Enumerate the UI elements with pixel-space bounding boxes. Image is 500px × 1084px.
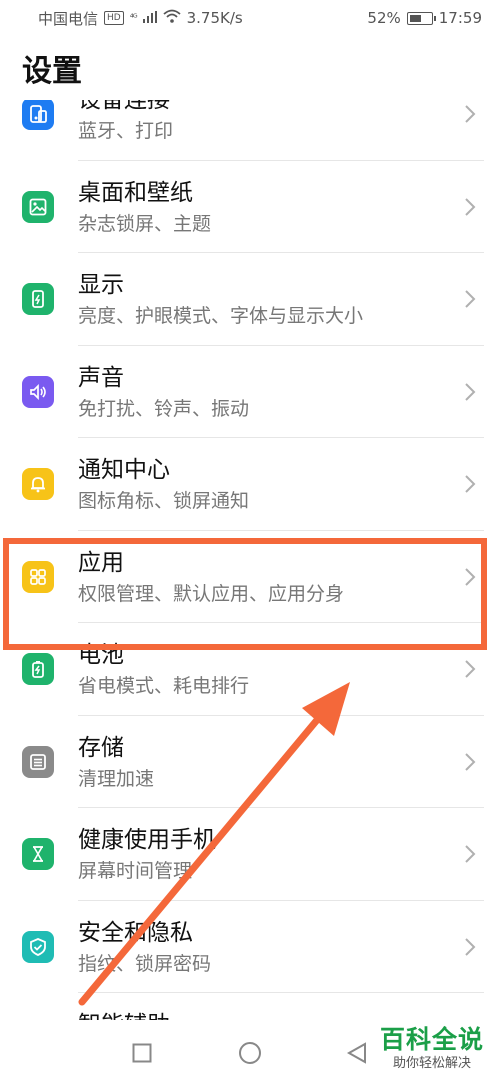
settings-item-title: 存储 [78,734,124,761]
storage-icon [22,745,54,778]
status-left: 中国电信 HD ⁴ᴳ 3.75K/s [38,8,243,29]
hourglass-icon [22,838,54,870]
settings-item-subtitle: 亮度、护眼模式、字体与显示大小 [78,305,364,327]
settings-item-text: 声音免打扰、铃声、振动 [78,362,460,424]
settings-item-subtitle: 屏幕时间管理 [78,860,193,882]
settings-item-title: 电池 [78,642,124,668]
settings-item-title: 显示 [78,272,124,298]
wifi-icon [163,9,181,27]
chevron-right-icon [464,937,476,957]
settings-item-subtitle: 省电模式、耗电排行 [78,675,250,697]
chevron-right-icon [464,382,476,402]
back-button[interactable] [342,1038,372,1068]
settings-item-text: 显示亮度、护眼模式、字体与显示大小 [78,269,460,331]
page-title: 设置 [22,54,82,89]
settings-item-title: 通知中心 [78,457,170,483]
hd-badge: HD [104,11,124,25]
settings-item-subtitle: 蓝牙、打印 [78,120,174,142]
settings-item-subtitle: 免打扰、铃声、振动 [78,397,250,420]
battery-status-icon [406,11,436,25]
chevron-right-icon [464,659,476,679]
circle-icon [239,1042,261,1064]
wallpaper-icon [22,190,54,223]
sound-icon [22,375,54,408]
bell-icon [22,468,54,500]
title-bar: 设置 [0,36,500,100]
apps-grid-icon [22,560,54,593]
chevron-right-icon [464,844,476,864]
watermark-title: 百科全说 [379,1025,484,1054]
triangle-back-icon [346,1042,366,1064]
settings-item-text: 通知中心图标角标、锁屏通知 [78,454,460,516]
settings-item-assist[interactable]: 智能辅助 [0,993,500,1020]
settings-item-title: 健康使用手机 [78,827,216,853]
settings-item-text: 安全和隐私指纹、锁屏密码 [78,917,460,979]
recents-button[interactable] [127,1038,157,1068]
settings-item-apps-grid[interactable]: 应用权限管理、默认应用、应用分身 [0,531,500,623]
settings-item-subtitle: 权限管理、默认应用、应用分身 [78,582,345,605]
settings-item-hourglass[interactable]: 健康使用手机屏幕时间管理 [0,808,500,901]
settings-item-title: 声音 [78,364,124,391]
settings-item-title: 智能辅助 [78,1009,460,1020]
status-bar: 中国电信 HD ⁴ᴳ 3.75K/s 52% 17:59 [0,0,500,36]
settings-item-display[interactable]: 显示亮度、护眼模式、字体与显示大小 [0,253,500,346]
settings-item-wallpaper[interactable]: 桌面和壁纸杂志锁屏、主题 [0,161,500,253]
settings-item-text: 存储 清理加速 [78,732,460,794]
status-right: 52% 17:59 [367,9,482,27]
chevron-right-icon [464,474,476,494]
display-icon [22,283,54,315]
home-button[interactable] [235,1038,265,1068]
watermark: 百科全说 助你轻松解决 [380,1024,484,1072]
shield-icon [22,930,54,963]
watermark-subtitle: 助你轻松解决 [392,1056,471,1071]
settings-item-storage[interactable]: 存储 清理加速 [0,716,500,808]
settings-item-text: 智能辅助 [78,1009,460,1020]
settings-item-title: 设备连接 [78,100,170,113]
settings-item-text: 桌面和壁纸杂志锁屏、主题 [78,177,460,239]
carrier-name: 中国电信 [38,9,99,28]
settings-item-sound[interactable]: 声音免打扰、铃声、振动 [0,346,500,438]
clock: 17:59 [438,9,482,27]
settings-item-subtitle: 图标角标、锁屏通知 [78,490,250,512]
network-speed: 3.75K/s [186,9,243,27]
settings-item-text: 设备连接 蓝牙、打印 [78,100,460,146]
device-connect-icon [22,100,54,130]
settings-item-text: 健康使用手机屏幕时间管理 [78,824,460,886]
settings-item-subtitle: 杂志锁屏、主题 [78,212,212,235]
settings-item-title: 桌面和壁纸 [78,179,193,206]
settings-item-device-connect[interactable]: 设备连接 蓝牙、打印 [0,100,500,161]
signal-icon: ⁴ᴳ [129,12,138,24]
chevron-right-icon [464,197,476,217]
settings-item-text: 电池省电模式、耗电排行 [78,639,460,701]
chevron-right-icon [464,104,476,124]
signal-bars-icon [142,9,157,27]
settings-item-battery[interactable]: 电池省电模式、耗电排行 [0,623,500,716]
settings-item-title: 安全和隐私 [78,919,193,946]
square-icon [132,1043,152,1063]
chevron-right-icon [464,567,476,587]
settings-item-text: 应用权限管理、默认应用、应用分身 [78,547,460,609]
chevron-right-icon [464,289,476,309]
settings-item-shield[interactable]: 安全和隐私指纹、锁屏密码 [0,901,500,993]
battery-icon [22,653,54,685]
settings-list-inner: 设备连接蓝牙、打印桌面和壁纸杂志锁屏、主题 显示亮度、护眼模式、字体与显示大小声音… [0,100,500,1020]
settings-list[interactable]: 设备连接蓝牙、打印桌面和壁纸杂志锁屏、主题 显示亮度、护眼模式、字体与显示大小声音… [0,100,500,1020]
settings-item-subtitle: 清理加速 [78,767,155,790]
battery-percent: 52% [367,9,401,27]
chevron-right-icon [464,752,476,772]
settings-item-title: 应用 [78,549,124,576]
settings-item-bell[interactable]: 通知中心图标角标、锁屏通知 [0,438,500,531]
battery-fill [409,14,421,22]
settings-item-subtitle: 指纹、锁屏密码 [78,952,212,975]
